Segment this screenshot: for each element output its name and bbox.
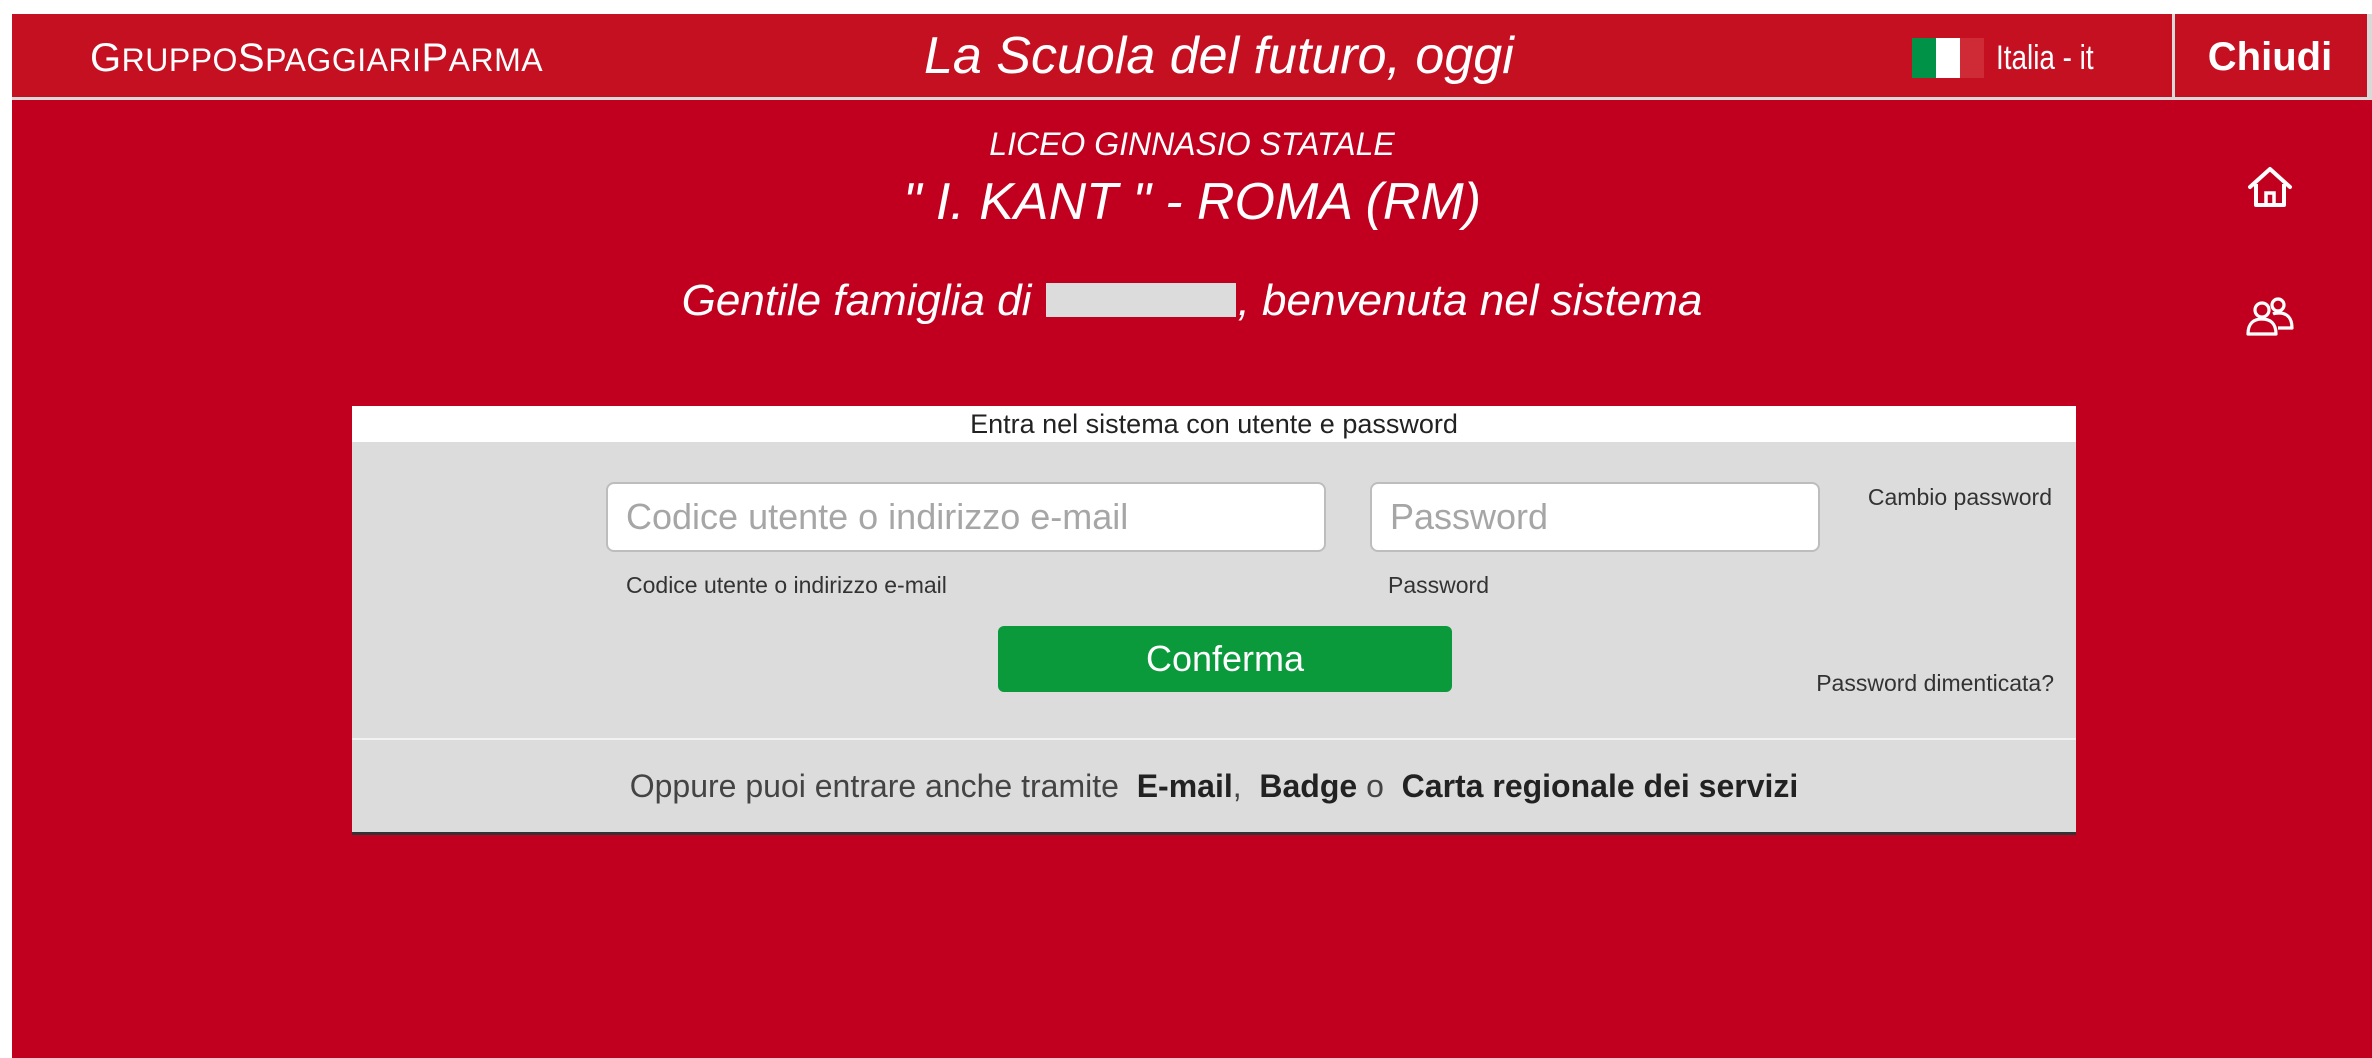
change-password-link[interactable]: Cambio password (1868, 484, 2052, 511)
login-heading: Entra nel sistema con utente e password (352, 406, 2076, 442)
alt-login-prefix: Oppure puoi entrare anche tramite (629, 767, 1119, 804)
password-label: Password (1388, 572, 1489, 598)
page: GruppoSpaggiariParma La Scuola del futur… (12, 14, 2372, 1058)
redacted-name (1045, 283, 1236, 317)
language-selector[interactable]: Italia - it (1912, 36, 2115, 80)
users-icon[interactable] (2242, 290, 2298, 346)
email-login-link[interactable]: E-mail (1137, 768, 1233, 805)
header-edge (2367, 14, 2372, 100)
welcome-suffix: , benvenuta nel sistema (1237, 276, 1703, 325)
login-panel: Entra nel sistema con utente e password … (352, 406, 2076, 832)
welcome-prefix: Gentile famiglia di (681, 276, 1044, 325)
italy-flag-icon (1912, 38, 1984, 78)
regional-card-login-link[interactable]: Carta regionale dei servizi (1402, 768, 1799, 805)
username-input[interactable] (606, 482, 1326, 552)
password-input[interactable] (1370, 482, 1820, 552)
slogan: La Scuola del futuro, oggi (924, 27, 1514, 85)
language-label: Italia - it (1996, 38, 2094, 77)
forgot-password-link[interactable]: Password dimenticata? (1816, 670, 2054, 697)
confirm-button[interactable]: Conferma (998, 626, 1452, 692)
badge-login-link[interactable]: Badge (1259, 768, 1357, 805)
close-button[interactable]: Chiudi (2175, 14, 2365, 100)
home-icon[interactable] (2242, 160, 2298, 216)
welcome-message: Gentile famiglia di , benvenuta nel sist… (12, 276, 2372, 326)
top-bar: GruppoSpaggiariParma La Scuola del futur… (12, 14, 2372, 100)
brand-logo[interactable]: GruppoSpaggiariParma (90, 36, 543, 81)
alternative-login: Oppure puoi entrare anche tramite E-mail… (352, 738, 2076, 832)
username-label: Codice utente o indirizzo e-mail (626, 572, 947, 598)
school-type: LICEO GINNASIO STATALE (989, 126, 1395, 162)
school-name: " I. KANT " - ROMA (RM) (902, 173, 1482, 231)
